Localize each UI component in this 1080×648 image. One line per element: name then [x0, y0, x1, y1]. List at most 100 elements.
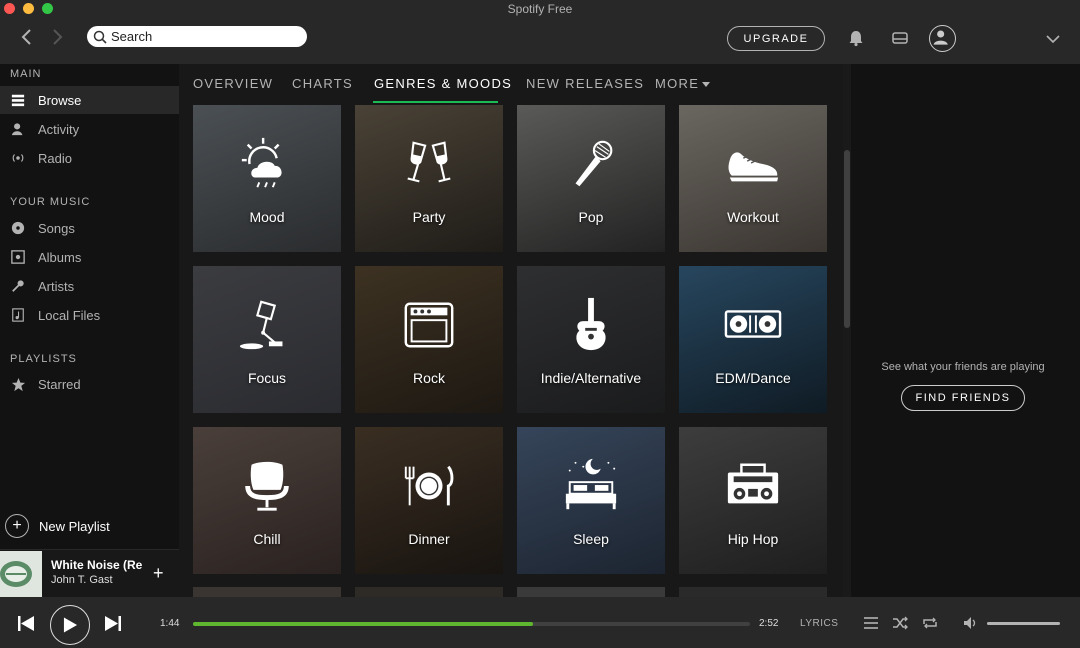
tab-genres-moods[interactable]: GENRES & MOODS: [374, 76, 512, 91]
browse-icon: [10, 92, 26, 108]
sidebar: MAIN Browse Activity Radio YOUR MUSIC So…: [0, 64, 179, 597]
now-playing-card: White Noise (Re John T. Gast +: [0, 549, 179, 597]
sidebar-item-starred[interactable]: Starred: [0, 370, 179, 398]
plate-cutlery-icon: [355, 457, 503, 515]
microphone-icon: [517, 135, 665, 193]
genre-tile-hip-hop[interactable]: Hip Hop: [679, 427, 827, 574]
play-icon: [63, 617, 77, 633]
genre-tile-sleep[interactable]: Sleep: [517, 427, 665, 574]
weather-icon: [193, 135, 341, 193]
playlists-heading: PLAYLISTS: [10, 353, 77, 365]
artists-icon: [10, 278, 26, 294]
plus-icon: +: [5, 514, 29, 538]
sidebar-item-artists[interactable]: Artists: [0, 272, 179, 300]
add-track-button[interactable]: +: [153, 563, 164, 584]
sneaker-icon: [679, 135, 827, 193]
genre-tile-edm-dance[interactable]: EDM/Dance: [679, 266, 827, 413]
genre-tile-partial[interactable]: [355, 587, 503, 597]
sidebar-item-songs[interactable]: Songs: [0, 214, 179, 242]
back-arrow-icon[interactable]: [18, 27, 36, 47]
genre-tile-indie-alternative[interactable]: Indie/Alternative: [517, 266, 665, 413]
genre-tile-dinner[interactable]: Dinner: [355, 427, 503, 574]
caret-down-icon: [702, 82, 711, 87]
genre-tile-partial[interactable]: [193, 587, 341, 597]
browse-tabs: OVERVIEW CHARTS GENRES & MOODS NEW RELEA…: [179, 64, 841, 104]
turntables-icon: [679, 296, 827, 354]
genre-tile-rock[interactable]: Rock: [355, 266, 503, 413]
volume-icon[interactable]: [963, 615, 979, 631]
browse-main: OVERVIEW CHARTS GENRES & MOODS NEW RELEA…: [179, 64, 841, 597]
genre-label: EDM/Dance: [715, 370, 791, 386]
lyrics-button[interactable]: LYRICS: [800, 618, 838, 629]
sidebar-item-activity[interactable]: Activity: [0, 115, 179, 143]
genre-tile-partial[interactable]: [517, 587, 665, 597]
tab-charts[interactable]: CHARTS: [292, 76, 353, 91]
genre-tile-partial[interactable]: [679, 587, 827, 597]
genre-label: Sleep: [573, 531, 609, 547]
tab-new-releases[interactable]: NEW RELEASES: [526, 76, 644, 91]
genre-label: Indie/Alternative: [540, 370, 642, 386]
player-bar: 1:44 2:52 LYRICS: [0, 597, 1080, 648]
main-scrollbar[interactable]: [843, 64, 851, 597]
bell-icon[interactable]: [846, 28, 866, 48]
current-time: 1:44: [160, 618, 180, 629]
your-music-heading: YOUR MUSIC: [10, 196, 91, 208]
now-playing-title[interactable]: White Noise (Re: [51, 558, 147, 572]
genre-tile-chill[interactable]: Chill: [193, 427, 341, 574]
sidebar-item-label: Albums: [38, 249, 82, 265]
local-files-icon: [10, 307, 26, 323]
tab-more[interactable]: MORE: [655, 76, 711, 91]
activity-icon: [10, 121, 26, 137]
boombox-icon: [679, 457, 827, 515]
friends-panel: See what your friends are playing FIND F…: [851, 64, 1080, 597]
new-playlist-button[interactable]: + New Playlist: [5, 514, 110, 538]
forward-arrow-icon[interactable]: [48, 27, 66, 47]
previous-track-icon[interactable]: [17, 615, 35, 632]
genre-label: Focus: [247, 370, 287, 386]
search-box[interactable]: [87, 26, 307, 47]
volume-slider[interactable]: [987, 622, 1060, 625]
genre-label: Mood: [249, 209, 285, 225]
champagne-icon: [355, 135, 503, 193]
find-friends-button[interactable]: FIND FRIENDS: [901, 385, 1025, 411]
now-playing-artist[interactable]: John T. Gast: [51, 574, 113, 586]
search-icon: [93, 30, 107, 44]
playback-progress-bar[interactable]: [193, 622, 750, 626]
genre-tile-mood[interactable]: Mood: [193, 105, 341, 252]
genre-label: Party: [412, 209, 446, 225]
tab-overview[interactable]: OVERVIEW: [193, 76, 273, 91]
search-input[interactable]: [111, 29, 301, 44]
genre-tile-workout[interactable]: Workout: [679, 105, 827, 252]
genre-tile-focus[interactable]: Focus: [193, 266, 341, 413]
genre-label: Hip Hop: [727, 531, 779, 547]
upgrade-button[interactable]: UPGRADE: [727, 26, 825, 51]
chevron-down-icon[interactable]: [1044, 30, 1062, 48]
play-button[interactable]: [50, 605, 90, 645]
total-time: 2:52: [759, 618, 779, 629]
devices-icon[interactable]: [890, 28, 910, 48]
next-track-icon[interactable]: [104, 615, 122, 632]
guitar-icon: [517, 296, 665, 354]
sidebar-item-browse[interactable]: Browse: [0, 86, 179, 114]
sidebar-item-label: Browse: [38, 92, 82, 108]
active-tab-indicator: [373, 101, 498, 103]
shuffle-icon[interactable]: [892, 615, 908, 631]
star-icon: [10, 376, 26, 392]
user-avatar[interactable]: [929, 25, 956, 52]
window-title: Spotify Free: [507, 2, 573, 16]
sidebar-item-local-files[interactable]: Local Files: [0, 301, 179, 329]
repeat-icon[interactable]: [922, 615, 938, 631]
sidebar-item-albums[interactable]: Albums: [0, 243, 179, 271]
top-bar: Spotify Free UPGRADE: [0, 0, 1080, 64]
album-art[interactable]: [0, 551, 42, 597]
genre-tile-party[interactable]: Party: [355, 105, 503, 252]
volume-slider-fill: [987, 622, 1060, 625]
user-icon: [933, 30, 948, 45]
genre-tile-pop[interactable]: Pop: [517, 105, 665, 252]
scrollbar-thumb[interactable]: [844, 150, 850, 328]
sidebar-item-radio[interactable]: Radio: [0, 144, 179, 172]
genre-label: Chill: [253, 531, 281, 547]
queue-icon[interactable]: [863, 615, 879, 631]
amplifier-icon: [355, 296, 503, 354]
egg-chair-icon: [193, 457, 341, 515]
